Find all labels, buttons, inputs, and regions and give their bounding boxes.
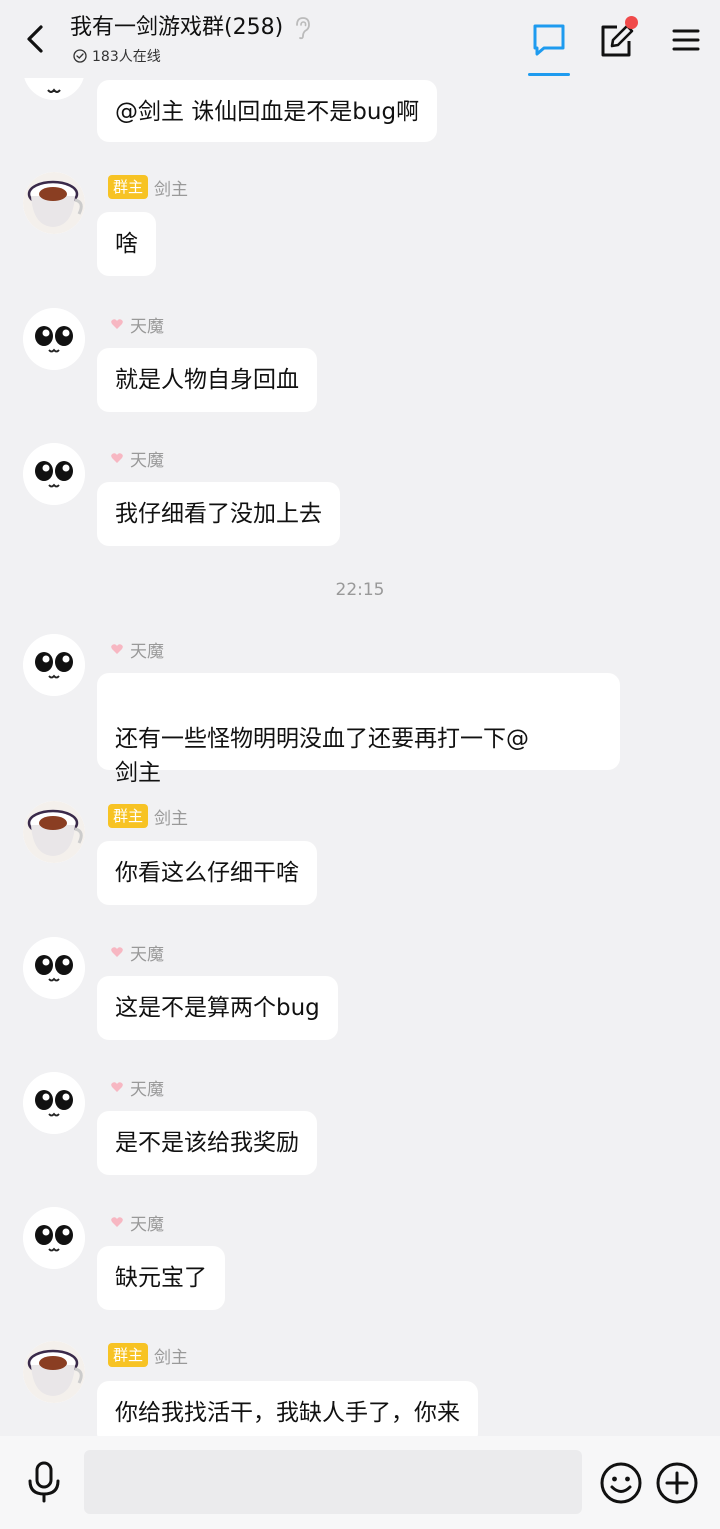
- message-meta: 天魔: [108, 1209, 164, 1235]
- avatar[interactable]: [23, 1341, 85, 1403]
- message-meta: 群主 剑主: [108, 803, 188, 829]
- panda-face-icon: [23, 308, 85, 370]
- plus-circle-icon: [656, 1462, 698, 1504]
- tab-edit[interactable]: [598, 16, 638, 60]
- message-text: 你给我找活干，我缺人手了，你来: [115, 1400, 460, 1426]
- message-bubble[interactable]: 我仔细看了没加上去: [97, 482, 340, 546]
- panda-face-icon: [23, 1207, 85, 1269]
- online-count: 183人在线: [92, 49, 161, 65]
- panda-face-icon: [23, 1072, 85, 1134]
- message-bubble[interactable]: 还有一些怪物明明没血了还要再打一下@ 剑主: [97, 673, 620, 786]
- heart-icon: [111, 319, 123, 329]
- input-bar: [0, 1436, 720, 1529]
- message-bubble[interactable]: 你给我找活干，我缺人手了，你来: [97, 1381, 478, 1436]
- timestamp: 22:15: [335, 580, 385, 600]
- message-bubble[interactable]: 是不是该给我奖励: [97, 1111, 317, 1175]
- message-input[interactable]: [84, 1450, 582, 1514]
- chat-message-list[interactable]: @剑主 诛仙回血是不是bug啊 群主 剑主 啥 天魔 就是人物自身回血 天魔 我…: [0, 0, 720, 1436]
- message-text: 这是不是算两个bug: [115, 995, 320, 1021]
- message-text: 还有一些怪物明明没血了还要再打一下@ 剑主: [115, 726, 529, 786]
- panda-face-icon: [23, 443, 85, 505]
- owner-badge: 群主: [108, 175, 149, 199]
- more-button[interactable]: [654, 1460, 700, 1506]
- avatar[interactable]: [23, 1072, 85, 1134]
- coffee-cup-icon: [23, 801, 85, 863]
- avatar[interactable]: [23, 308, 85, 370]
- message-meta: 天魔: [108, 939, 164, 965]
- smiley-icon: [600, 1462, 642, 1504]
- chat-bubble-icon: [533, 24, 565, 56]
- avatar[interactable]: [23, 634, 85, 696]
- heart-icon: [111, 1217, 123, 1227]
- message-meta: 天魔: [108, 445, 164, 471]
- message-meta: 天魔: [108, 1074, 164, 1100]
- panda-face-icon: [23, 634, 85, 696]
- avatar[interactable]: [23, 443, 85, 505]
- check-circle-icon: [73, 49, 87, 63]
- sender-name[interactable]: 天魔: [130, 1075, 164, 1100]
- microphone-icon: [28, 1461, 60, 1503]
- owner-badge: 群主: [108, 1343, 149, 1367]
- tab-chat[interactable]: [528, 20, 570, 76]
- avatar[interactable]: [23, 172, 85, 234]
- group-title-area[interactable]: 我有一剑游戏群(258) 183人在线: [70, 12, 311, 66]
- heart-icon: [111, 453, 123, 463]
- message-text: 你看这么仔细干啥: [115, 860, 299, 886]
- heart-icon: [111, 947, 123, 957]
- message-bubble[interactable]: 你看这么仔细干啥: [97, 841, 317, 905]
- sender-name[interactable]: 天魔: [130, 637, 164, 662]
- message-text: 就是人物自身回血: [115, 367, 299, 393]
- voice-button[interactable]: [25, 1460, 63, 1504]
- group-title: 我有一剑游戏群(258): [70, 15, 284, 40]
- sender-name[interactable]: 剑主: [154, 804, 188, 829]
- message-text: 缺元宝了: [115, 1265, 207, 1291]
- sender-name[interactable]: 剑主: [154, 1343, 188, 1368]
- message-meta: 群主 剑主: [108, 174, 188, 200]
- coffee-cup-icon: [23, 1341, 85, 1403]
- message-meta: 天魔: [108, 311, 164, 337]
- message-bubble[interactable]: @剑主 诛仙回血是不是bug啊: [97, 80, 438, 142]
- panda-face-icon: [23, 937, 85, 999]
- avatar[interactable]: [23, 1207, 85, 1269]
- chat-header: 我有一剑游戏群(258) 183人在线: [0, 0, 720, 78]
- message-bubble[interactable]: 啥: [97, 212, 156, 276]
- back-button[interactable]: [20, 22, 50, 56]
- sender-name[interactable]: 天魔: [130, 446, 164, 471]
- ear-icon: [296, 17, 311, 40]
- hamburger-menu-icon: [672, 29, 700, 51]
- sender-name[interactable]: 天魔: [130, 1210, 164, 1235]
- sender-name[interactable]: 剑主: [154, 175, 188, 200]
- message-text: 是不是该给我奖励: [115, 1130, 299, 1156]
- menu-button[interactable]: [670, 24, 702, 56]
- message-meta: 天魔: [108, 636, 164, 662]
- coffee-cup-icon: [23, 172, 85, 234]
- message-bubble[interactable]: 就是人物自身回血: [97, 348, 317, 412]
- message-text: 我仔细看了没加上去: [115, 501, 322, 527]
- emoji-button[interactable]: [598, 1460, 644, 1506]
- avatar[interactable]: [23, 937, 85, 999]
- message-text: @剑主 诛仙回血是不是bug啊: [115, 99, 420, 125]
- avatar[interactable]: [23, 801, 85, 863]
- message-meta: 群主 剑主: [108, 1342, 188, 1368]
- sender-name[interactable]: 天魔: [130, 940, 164, 965]
- notification-dot: [625, 16, 638, 29]
- message-bubble[interactable]: 这是不是算两个bug: [97, 976, 338, 1040]
- chevron-left-icon: [27, 25, 43, 53]
- active-tab-indicator: [528, 73, 570, 76]
- heart-icon: [111, 644, 123, 654]
- owner-badge: 群主: [108, 804, 149, 828]
- sender-name[interactable]: 天魔: [130, 312, 164, 337]
- message-text: 啥: [115, 231, 138, 257]
- message-bubble[interactable]: 缺元宝了: [97, 1246, 225, 1310]
- heart-icon: [111, 1082, 123, 1092]
